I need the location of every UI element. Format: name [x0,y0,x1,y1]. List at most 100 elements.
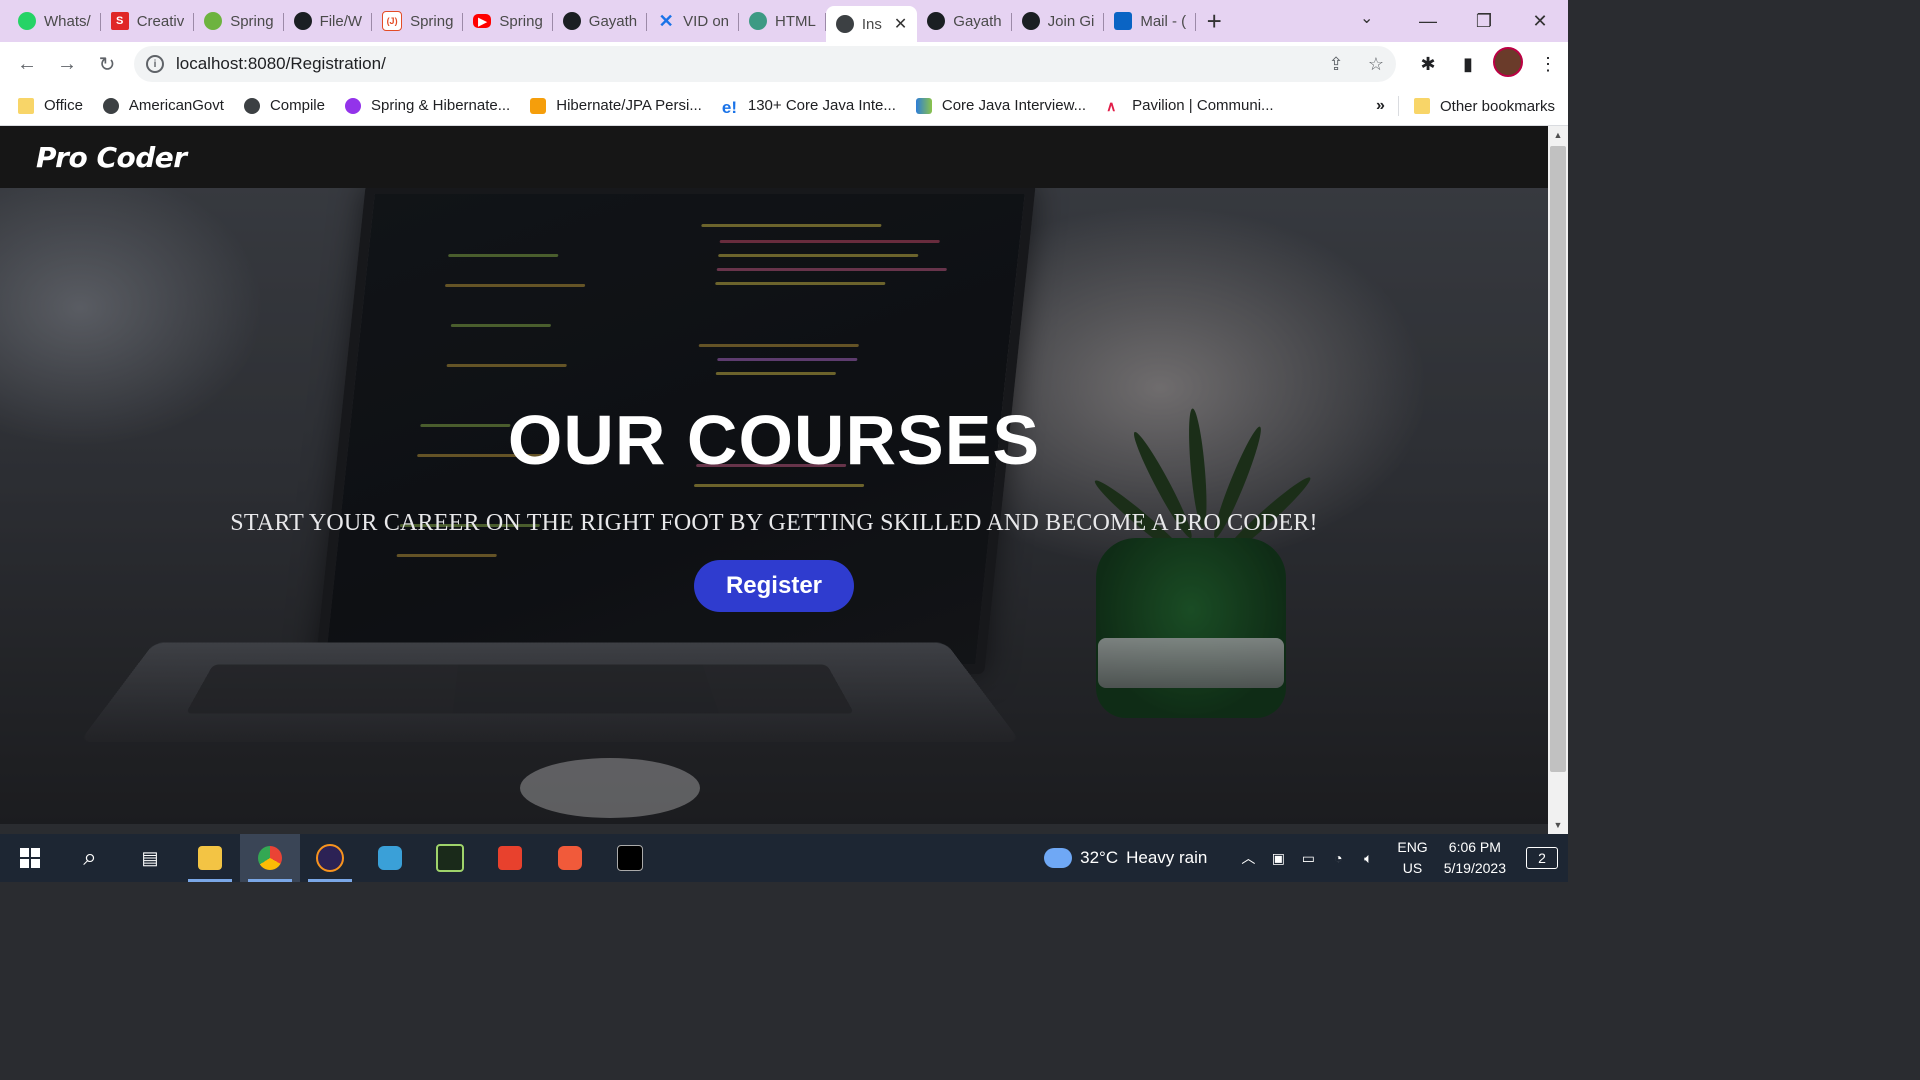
github-icon [1021,12,1040,30]
tab-title: Spring [230,12,274,30]
page-viewport: Pro Coder OUR COURSES START YOUR CAREER … [0,126,1548,824]
tab-spring-3[interactable]: ▶ Spring [463,4,553,38]
tab-join[interactable]: Join Gi [1012,4,1105,38]
folder-icon [198,846,222,870]
start-button[interactable] [0,834,60,882]
github-icon [293,12,312,30]
new-tab-button[interactable]: + [1196,4,1232,38]
bookmark-label: 130+ Core Java Inte... [747,97,896,114]
bookmark-americangovt[interactable]: AmericanGovt [93,97,234,114]
bookmark-star-icon[interactable]: ☆ [1356,54,1396,75]
forward-icon[interactable]: → [48,45,86,83]
globe-icon [243,97,260,114]
taskbar-terminal-app[interactable] [420,834,480,882]
j-icon: (J) [382,11,403,31]
s-icon: S [110,12,129,30]
taskbar-chrome[interactable] [240,834,300,882]
scrollbar-thumb[interactable] [1550,146,1566,772]
page-scrollbar[interactable]: ▲ ▼ [1548,126,1568,834]
tab-gayath-1[interactable]: Gayath [553,4,648,38]
taskbar-eclipse[interactable] [300,834,360,882]
bookmarks-overflow-button[interactable]: » [1376,86,1385,126]
language-code: ENG [1397,839,1428,855]
tab-title: HTML [775,12,816,30]
bookmark-core-java-2[interactable]: Core Java Interview... [906,97,1096,114]
hero-content: OUR COURSES START YOUR CAREER ON THE RIG… [0,188,1548,824]
region-code: US [1402,860,1423,876]
tab-title: File/W [319,12,363,30]
bookmark-pavilion[interactable]: ∧ Pavilion | Communi... [1096,97,1283,114]
chatgpt-icon [749,12,768,30]
url-text[interactable]: localhost:8080/Registration/ [176,54,386,74]
scroll-up-icon[interactable]: ▲ [1548,126,1568,144]
bookmarks-bar: Office AmericanGovt Compile Spring & Hib… [0,86,1568,126]
reload-icon[interactable]: ↻ [88,45,126,83]
bookmark-label: Spring & Hibernate... [370,97,511,114]
folder-icon [18,97,34,114]
side-panel-icon[interactable]: ▮ [1448,54,1488,75]
meet-now-icon[interactable]: ▣ [1263,850,1293,867]
tab-list: Whats/ S Creativ Spring File/W (J) Spring … [0,0,1232,42]
language-indicator[interactable]: ENG US [1397,837,1427,879]
search-button[interactable]: ⌕ [60,834,120,882]
system-clock[interactable]: 6:06 PM 5/19/2023 [1444,837,1506,879]
bookmark-spring-hibernate[interactable]: Spring & Hibernate... [335,97,520,114]
address-bar[interactable]: i localhost:8080/Registration/ ⇪ ☆ [134,46,1396,82]
restore-icon[interactable]: ❐ [1456,11,1512,32]
tab-gayath-2[interactable]: Gayath [917,4,1012,38]
windows-icon [20,848,40,868]
browser-toolbar: ← → ↻ i localhost:8080/Registration/ ⇪ ☆… [0,42,1568,86]
tab-strip: Whats/ S Creativ Spring File/W (J) Spring … [0,0,1568,42]
bookmark-hibernate-jpa[interactable]: Hibernate/JPA Persi... [520,97,712,114]
github-icon [562,12,581,30]
tab-title: VID on [683,12,730,30]
taskbar-git-app[interactable] [480,834,540,882]
github-icon [927,12,946,30]
tab-file[interactable]: File/W [284,4,373,38]
system-tray: 32°C Heavy rain ︿ ▣ ▭ ◔ 🔈︎ ENG US 6:06 P… [1044,834,1568,882]
bookmark-core-java-1[interactable]: e! 130+ Core Java Inte... [712,97,906,117]
back-icon[interactable]: ← [8,45,46,83]
chevron-up-icon[interactable]: ︿ [1233,848,1263,868]
bookmark-compile[interactable]: Compile [234,97,335,114]
rain-cloud-icon [1044,848,1073,868]
other-bookmarks[interactable]: Other bookmarks [1414,86,1555,126]
tab-active[interactable]: Ins ✕ [825,6,918,42]
extensions-icon[interactable]: ✱ [1408,54,1448,75]
notification-center-button[interactable]: 2 [1526,847,1558,869]
wifi-icon[interactable]: ◔ [1323,850,1353,866]
tab-search-icon[interactable]: ⌄ [1360,8,1373,28]
taskbar-recorder[interactable] [540,834,600,882]
site-brand[interactable]: Pro Coder [36,141,187,174]
minimize-icon[interactable]: — [1400,11,1456,32]
bookmark-label: Office [44,97,83,114]
site-navbar: Pro Coder [0,126,1548,188]
tab-whatsapp[interactable]: Whats/ [8,4,101,38]
profile-avatar[interactable] [1488,46,1528,82]
taskbar-app-gear[interactable] [360,834,420,882]
register-button[interactable]: Register [694,560,854,612]
camera-icon [558,846,582,870]
menu-icon[interactable]: ⋮ [1528,54,1568,75]
close-window-icon[interactable]: ✕ [1512,11,1568,32]
tab-creativ[interactable]: S Creativ [101,4,195,38]
scroll-down-icon[interactable]: ▼ [1548,816,1568,834]
close-icon[interactable]: ✕ [894,14,907,34]
outlook-icon [1114,12,1133,30]
taskbar-cmd[interactable] [600,834,660,882]
weather-widget[interactable]: 32°C Heavy rain [1044,848,1207,868]
battery-icon[interactable]: ▭ [1293,850,1323,867]
task-view-button[interactable]: ▤ [120,834,180,882]
taskbar-file-explorer[interactable] [180,834,240,882]
tab-vid[interactable]: ✕ VID on [647,4,739,38]
tab-html[interactable]: HTML [739,4,826,38]
info-icon[interactable]: i [146,55,164,73]
toolbar-right: ✱ ▮ ⋮ [1408,42,1568,86]
tab-spring-1[interactable]: Spring [194,4,284,38]
tab-mail[interactable]: Mail - ( [1104,4,1197,38]
e-icon: e! [721,97,737,117]
share-icon[interactable]: ⇪ [1316,54,1356,75]
volume-icon[interactable]: 🔈︎ [1353,850,1383,867]
tab-spring-2[interactable]: (J) Spring [372,4,464,38]
bookmark-office[interactable]: Office [0,97,93,114]
